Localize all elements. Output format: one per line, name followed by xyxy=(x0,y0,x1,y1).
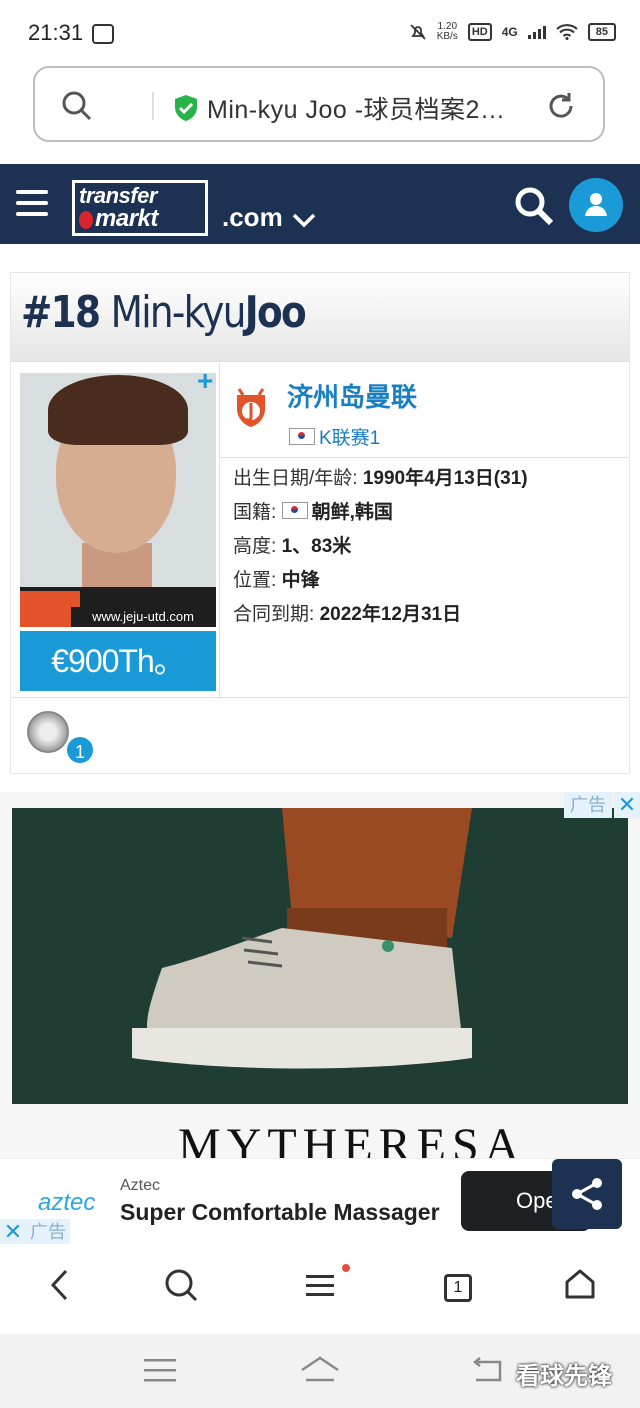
player-last-name: Joo xyxy=(244,287,307,338)
share-button[interactable] xyxy=(552,1159,622,1229)
status-time: 21:31 xyxy=(28,20,84,45)
player-title: #18 Min-kyuJoo xyxy=(21,287,307,338)
bottom-ad-close-button[interactable]: ✕ xyxy=(0,1219,26,1245)
ad-sponsor: Aztec xyxy=(120,1177,161,1194)
ad-banner[interactable]: MYTHERESA 广告 ✕ xyxy=(0,792,640,1162)
club-crest-icon[interactable] xyxy=(233,383,269,429)
menu-icon[interactable] xyxy=(16,190,48,223)
photo-credit: www.jeju-utd.com xyxy=(71,607,215,627)
bottom-ad[interactable]: aztec Aztec Super Comfortable Massager O… xyxy=(0,1158,640,1245)
divider xyxy=(152,92,154,120)
league-link[interactable]: K联赛1 xyxy=(289,423,380,450)
search-icon[interactable] xyxy=(61,90,93,122)
player-photo xyxy=(20,373,216,627)
browser-toolbar: 1 xyxy=(0,1244,640,1332)
player-header: #18 Min-kyuJoo xyxy=(11,273,629,362)
info-position: 位置: 中锋 xyxy=(233,570,320,591)
system-nav-bar: 看球先锋 xyxy=(0,1334,640,1408)
domain-selector[interactable]: .com xyxy=(222,202,283,233)
home-icon[interactable] xyxy=(298,1354,342,1386)
status-icons: 1.20 KB/s HD 4G 85 xyxy=(409,22,616,42)
add-watchlist-button[interactable]: + xyxy=(197,365,213,397)
ad-headline[interactable]: Super Comfortable Massager xyxy=(120,1199,440,1226)
menu-icon[interactable] xyxy=(306,1274,334,1298)
home-icon[interactable] xyxy=(564,1268,596,1300)
club-name-link[interactable]: 济州岛曼联 xyxy=(287,377,417,414)
search-icon[interactable] xyxy=(164,1268,198,1302)
net-speed: 1.20 KB/s xyxy=(436,21,458,42)
watermark: 看球先锋 xyxy=(516,1363,612,1390)
ad-close-button[interactable]: ✕ xyxy=(614,792,640,818)
share-icon xyxy=(572,1178,602,1210)
bottom-ad-label: ✕ 广告 xyxy=(0,1219,70,1245)
reload-icon[interactable] xyxy=(545,90,577,122)
market-value[interactable]: €900Th。 xyxy=(20,631,216,691)
info-nationality: 国籍: 朝鲜,韩国 xyxy=(233,502,393,523)
network-type: 4G xyxy=(501,25,518,39)
ad-label: 广告 xyxy=(564,792,612,818)
url-text[interactable]: Min-kyu Joo -球员档案2… xyxy=(207,90,505,126)
secure-shield-icon xyxy=(175,95,197,121)
info-contract: 合同到期: 2022年12月31日 xyxy=(233,604,462,625)
aztec-logo: aztec xyxy=(38,1189,96,1216)
battery-icon: 85 xyxy=(587,23,616,41)
player-profile-box: #18 Min-kyuJoo www.jeju-utd.com + €900Th… xyxy=(10,272,630,774)
info-birth: 出生日期/年龄: 1990年4月13日(31) xyxy=(233,468,528,489)
logo-ball-icon xyxy=(79,211,93,229)
recent-apps-icon[interactable] xyxy=(144,1358,176,1382)
league-name[interactable]: K联赛1 xyxy=(319,423,380,450)
hd-icon: HD xyxy=(467,23,492,41)
chevron-down-icon[interactable] xyxy=(292,212,316,228)
site-header: transfer markt .com xyxy=(0,164,640,244)
korea-flag-icon xyxy=(281,502,308,519)
shirt-number: #18 xyxy=(21,287,101,338)
wifi-icon xyxy=(556,24,578,40)
ad-image[interactable] xyxy=(12,808,628,1104)
site-logo[interactable]: transfer markt xyxy=(72,180,208,236)
signal-icon xyxy=(527,26,546,39)
info-height: 高度: 1、83米 xyxy=(233,536,352,557)
status-bar: 21:31 1.20 KB/s HD 4G 85 xyxy=(0,0,640,62)
trophy-count-badge: 1 xyxy=(65,735,95,765)
back-icon[interactable] xyxy=(470,1356,504,1384)
shoe-illustration xyxy=(132,808,472,1069)
notification-dot xyxy=(342,1264,350,1272)
address-bar[interactable]: Min-kyu Joo -球员档案2… xyxy=(33,66,605,142)
korea-flag-icon xyxy=(289,428,315,445)
ad-brand: MYTHERESA xyxy=(178,1119,526,1158)
user-account-button[interactable] xyxy=(569,178,623,232)
app-notification-icon xyxy=(92,24,114,44)
player-first-name: Min-kyu xyxy=(110,287,247,338)
back-icon[interactable] xyxy=(48,1268,72,1302)
tabs-button[interactable]: 1 xyxy=(444,1274,472,1302)
trophy-icon[interactable] xyxy=(27,711,69,753)
search-icon[interactable] xyxy=(514,186,554,226)
user-icon xyxy=(585,193,607,216)
mute-bell-icon xyxy=(410,24,426,40)
